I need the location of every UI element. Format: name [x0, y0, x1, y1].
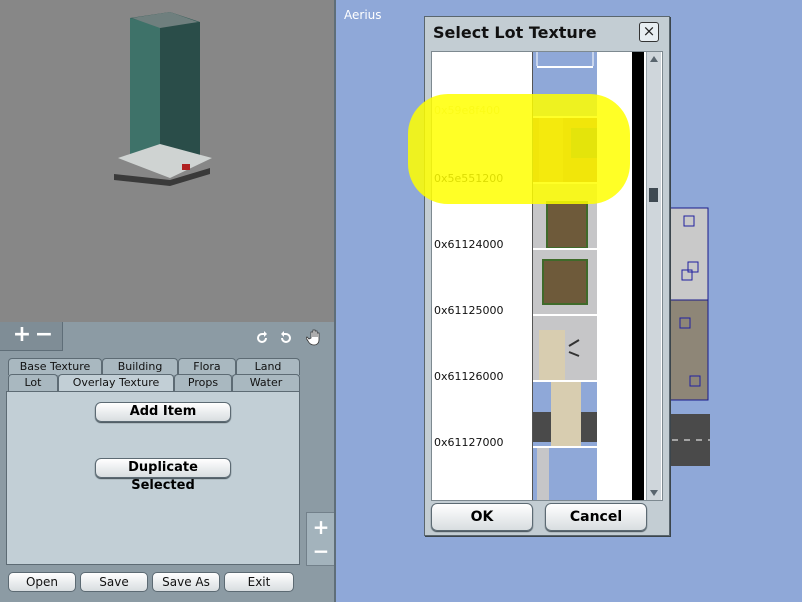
side-zoom-out-button[interactable]: − — [307, 539, 335, 563]
zoom-in-button[interactable]: + — [12, 324, 32, 346]
panel-divider — [334, 0, 336, 602]
list-item-label[interactable]: 0x61126000 — [434, 370, 504, 383]
save-as-button[interactable]: Save As — [152, 572, 220, 592]
cancel-button[interactable]: Cancel — [545, 503, 647, 531]
scroll-up-icon[interactable] — [650, 56, 658, 62]
exit-button[interactable]: Exit — [224, 572, 294, 592]
side-zoom-controls: + − — [306, 512, 336, 566]
list-item-label[interactable]: 0x61127000 — [434, 436, 504, 449]
open-button[interactable]: Open — [8, 572, 76, 592]
vertical-scrollbar[interactable] — [646, 52, 661, 500]
city-name-label: Aerius — [344, 8, 382, 22]
dialog-title: Select Lot Texture — [433, 23, 597, 42]
scroll-down-icon[interactable] — [650, 490, 658, 496]
texture-thumbnail[interactable] — [533, 52, 597, 68]
rotate-left-icon[interactable] — [254, 330, 270, 346]
texture-thumbnail[interactable] — [533, 382, 597, 446]
list-item-label[interactable]: 0x61124000 — [434, 238, 504, 251]
tab-flora[interactable]: Flora — [178, 358, 236, 375]
duplicate-selected-button[interactable]: Duplicate Selected — [95, 458, 231, 493]
scroll-thumb[interactable] — [649, 188, 658, 202]
tab-content-panel: Add Item Duplicate Selected — [6, 391, 300, 565]
selection-highlight-annotation — [408, 94, 630, 204]
tab-base-texture[interactable]: Base Texture — [8, 358, 102, 375]
save-button[interactable]: Save — [80, 572, 148, 592]
tab-building[interactable]: Building — [102, 358, 178, 375]
building-preview-viewport — [0, 0, 334, 322]
tab-overlay-texture[interactable]: Overlay Texture — [58, 374, 174, 392]
list-item-label[interactable]: 0x61125000 — [434, 304, 504, 317]
tab-land[interactable]: Land — [236, 358, 300, 375]
rotate-right-icon[interactable] — [278, 330, 294, 346]
texture-thumbnail[interactable] — [533, 448, 597, 500]
hand-pan-icon[interactable] — [306, 328, 324, 346]
texture-thumbnail[interactable] — [533, 250, 597, 314]
close-button[interactable]: × — [639, 22, 659, 42]
tab-water[interactable]: Water — [232, 374, 300, 391]
zoom-out-button[interactable]: − — [34, 324, 54, 346]
ok-button[interactable]: OK — [431, 503, 533, 531]
tab-lot[interactable]: Lot — [8, 374, 58, 391]
side-zoom-in-button[interactable]: + — [307, 515, 335, 539]
building-preview-image — [114, 12, 212, 186]
tab-props[interactable]: Props — [174, 374, 232, 391]
texture-thumbnail[interactable] — [533, 316, 597, 380]
add-item-button[interactable]: Add Item — [95, 402, 231, 422]
